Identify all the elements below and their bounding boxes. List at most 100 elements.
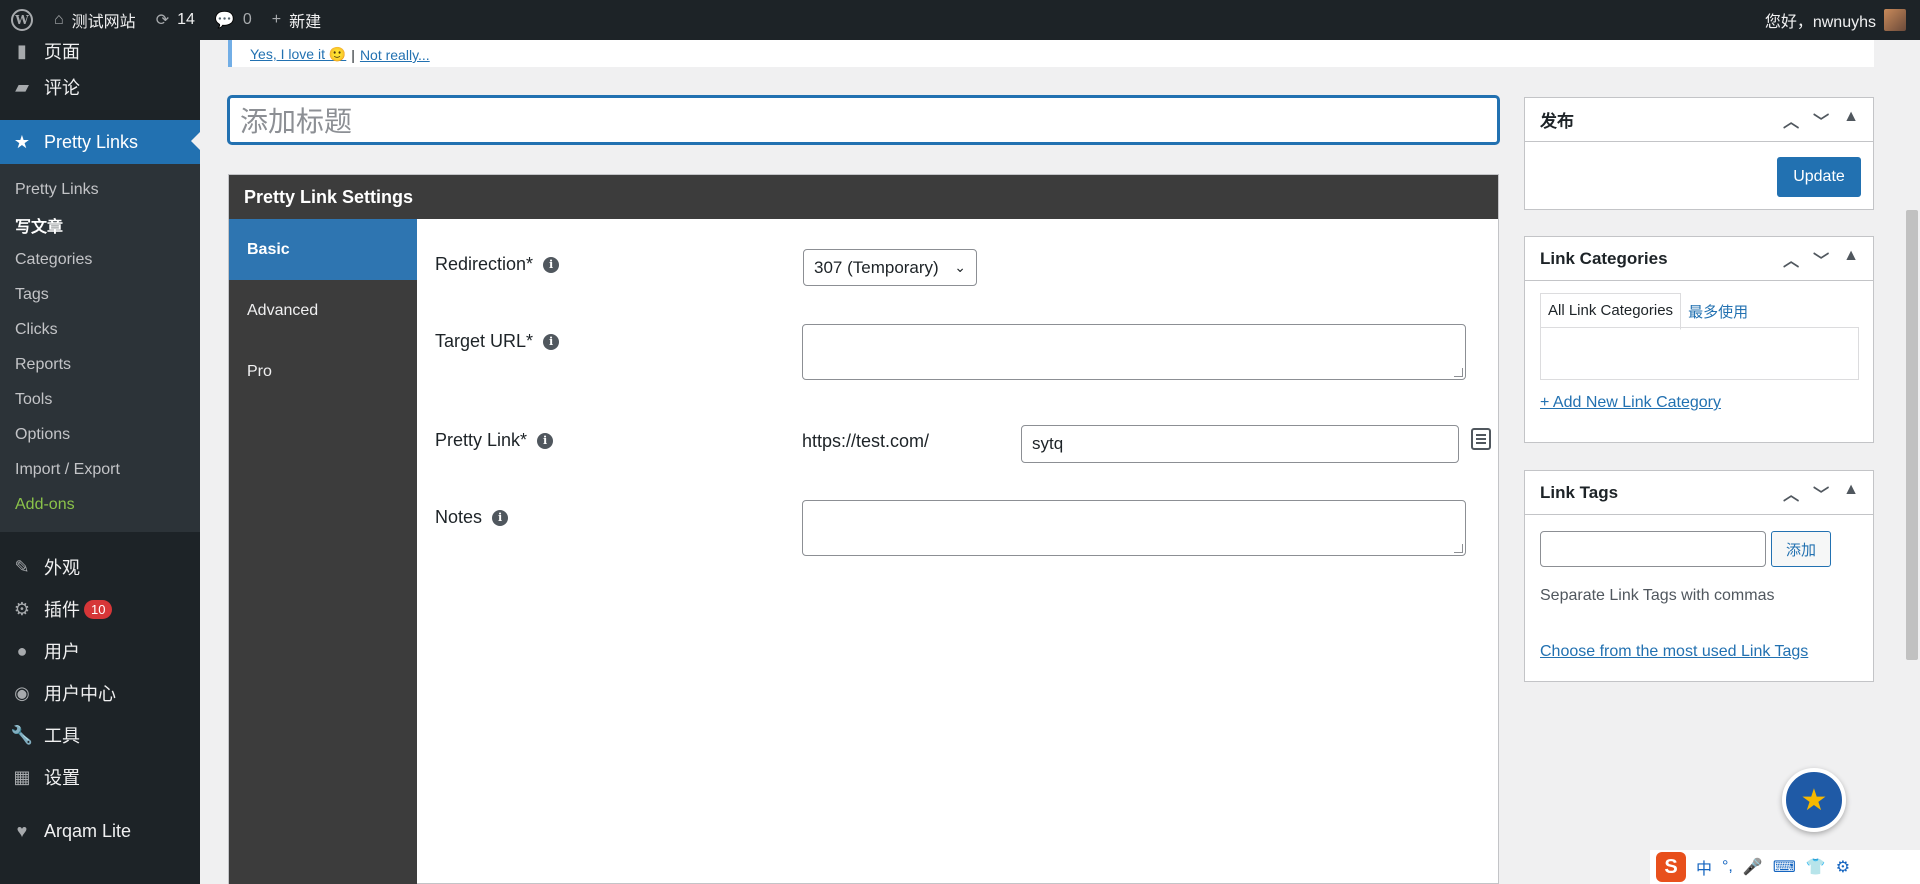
- redirection-select[interactable]: 307 (Temporary) ⌄: [803, 249, 977, 286]
- settings-body: Redirection* i 307 (Temporary) ⌄ Target …: [417, 219, 1498, 883]
- page-scrollbar[interactable]: [1902, 40, 1920, 884]
- scrollbar-thumb[interactable]: [1906, 210, 1918, 660]
- site-name-link[interactable]: ⌂ 测试网站: [44, 0, 146, 40]
- refresh-icon: ⟳: [155, 12, 170, 29]
- ime-mode[interactable]: 中: [1696, 855, 1712, 879]
- comments-link[interactable]: 💬 0: [205, 0, 262, 40]
- submenu-tools[interactable]: Tools: [0, 382, 200, 417]
- submenu-reports[interactable]: Reports: [0, 347, 200, 382]
- pretty-link-slug-input[interactable]: sytq: [1021, 425, 1459, 463]
- skin-icon[interactable]: 👕: [1806, 857, 1826, 877]
- clipboard-icon[interactable]: [1471, 428, 1491, 450]
- box-controls: ︿ ﹀ ▲: [1783, 481, 1873, 505]
- redirection-row-label: Redirection* i: [435, 254, 560, 275]
- plugins-update-badge: 10: [84, 599, 113, 619]
- info-icon[interactable]: i: [543, 256, 560, 273]
- submenu-options[interactable]: Options: [0, 417, 200, 452]
- menu-label: 页面: [44, 42, 80, 62]
- menu-item-settings[interactable]: ▦ 设置: [0, 756, 200, 798]
- link-tags-box: Link Tags ︿ ﹀ ▲ 添加 Separate Link Tags wi…: [1524, 470, 1874, 682]
- tab-pro[interactable]: Pro: [229, 341, 417, 402]
- menu-item-users[interactable]: ● 用户: [0, 630, 200, 672]
- comment-bubble-icon: 💬: [214, 12, 235, 29]
- chevron-up-icon[interactable]: ︿: [1783, 481, 1799, 505]
- menu-label: 用户: [44, 642, 80, 662]
- caret-up-icon[interactable]: ▲: [1843, 108, 1859, 132]
- menu-item-arqam-lite[interactable]: ♥ Arqam Lite: [0, 810, 200, 852]
- microphone-icon[interactable]: 🎤: [1743, 857, 1763, 877]
- box-controls: ︿ ﹀ ▲: [1783, 247, 1873, 271]
- menu-item-appearance[interactable]: ✎ 外观: [0, 546, 200, 588]
- submenu-categories[interactable]: Categories: [0, 242, 200, 277]
- link-tags-input[interactable]: [1540, 531, 1766, 567]
- gear-icon[interactable]: ⚙: [1836, 857, 1850, 877]
- info-icon[interactable]: i: [537, 432, 554, 449]
- new-content-link[interactable]: + 新建: [262, 0, 331, 40]
- wordpress-logo-icon[interactable]: W: [0, 0, 44, 40]
- chevron-up-icon[interactable]: ︿: [1783, 108, 1799, 132]
- add-tag-button[interactable]: 添加: [1771, 531, 1831, 567]
- tab-advanced[interactable]: Advanced: [229, 280, 417, 341]
- submenu-add-ons[interactable]: Add-ons: [0, 487, 200, 522]
- chevron-up-icon[interactable]: ︿: [1783, 247, 1799, 271]
- pretty-link-settings-box: Pretty Link Settings Basic Advanced Pro …: [228, 174, 1499, 884]
- comments-count: 0: [242, 11, 252, 28]
- pretty-links-floating-button[interactable]: ★: [1782, 768, 1846, 832]
- pretty-links-icon: ★: [13, 131, 31, 152]
- menu-item-comments[interactable]: ▰ 评论: [0, 66, 200, 108]
- notice-separator: |: [351, 47, 355, 63]
- submenu-import-export[interactable]: Import / Export: [0, 452, 200, 487]
- category-tabs: All Link Categories 最多使用: [1540, 293, 1755, 330]
- caret-up-icon[interactable]: ▲: [1843, 247, 1859, 271]
- greeting: 您好，nwnuyhs: [1764, 14, 1876, 31]
- publish-title: 发布: [1540, 112, 1574, 131]
- menu-item-pretty-links[interactable]: ★ Pretty Links: [0, 120, 200, 164]
- notes-row-label: Notes i: [435, 507, 509, 528]
- submenu-clicks[interactable]: Clicks: [0, 312, 200, 347]
- caret-up-icon[interactable]: ▲: [1843, 481, 1859, 505]
- review-notice: Yes, I love it 🙂 | Not really...: [228, 40, 1874, 67]
- chevron-down-icon[interactable]: ﹀: [1813, 247, 1829, 271]
- link-categories-box: Link Categories ︿ ﹀ ▲ All Link Categorie…: [1524, 236, 1874, 443]
- pretty-link-prefix: https://test.com/: [802, 431, 930, 451]
- tab-basic[interactable]: Basic: [229, 219, 417, 280]
- submenu-tags[interactable]: Tags: [0, 277, 200, 312]
- menu-label: 插件: [44, 600, 80, 620]
- avatar: [1884, 9, 1906, 31]
- tab-most-used[interactable]: 最多使用: [1681, 293, 1755, 330]
- tab-all-link-categories[interactable]: All Link Categories: [1540, 293, 1682, 330]
- user-icon: ●: [16, 640, 28, 661]
- pretty-link-label: Pretty Link*: [435, 430, 528, 450]
- target-url-field[interactable]: [802, 324, 1466, 380]
- info-icon[interactable]: i: [543, 333, 560, 350]
- menu-item-tools[interactable]: 🔧 工具: [0, 714, 200, 756]
- keyboard-icon[interactable]: ⌨: [1773, 857, 1796, 877]
- add-new-link-category-link[interactable]: + Add New Link Category: [1540, 394, 1721, 412]
- menu-item-user-center[interactable]: ◉ 用户中心: [0, 672, 200, 714]
- menu-label: 外观: [44, 558, 80, 578]
- notice-yes-link[interactable]: Yes, I love it 🙂: [250, 46, 346, 63]
- sogou-logo-icon[interactable]: S: [1656, 852, 1686, 882]
- updates-link[interactable]: ⟳ 14: [146, 0, 205, 40]
- notice-no-link[interactable]: Not really...: [360, 47, 430, 63]
- title-input[interactable]: 添加标题: [228, 96, 1499, 144]
- chevron-down-icon[interactable]: ﹀: [1813, 108, 1829, 132]
- target-url-row-label: Target URL* i: [435, 331, 560, 352]
- home-icon: ⌂: [54, 11, 64, 28]
- submenu-pretty-links[interactable]: Pretty Links: [0, 172, 200, 207]
- notes-field[interactable]: [802, 500, 1466, 556]
- categories-title: Link Categories: [1540, 248, 1668, 268]
- account-menu[interactable]: 您好，nwnuyhs: [1765, 8, 1920, 32]
- menu-label: 用户中心: [44, 684, 116, 704]
- settings-tabs: Basic Advanced Pro: [229, 219, 417, 884]
- publish-box: 发布 ︿ ﹀ ▲ Update: [1524, 97, 1874, 210]
- chevron-down-icon[interactable]: ﹀: [1813, 481, 1829, 505]
- submenu-add-new[interactable]: 写文章: [0, 207, 200, 242]
- choose-most-used-tags-link[interactable]: Choose from the most used Link Tags: [1540, 643, 1808, 661]
- info-icon[interactable]: i: [492, 509, 509, 526]
- update-button[interactable]: Update: [1777, 157, 1861, 197]
- punctuation-icon[interactable]: °,: [1722, 858, 1733, 876]
- tags-hint: Separate Link Tags with commas: [1540, 587, 1775, 604]
- menu-item-plugins[interactable]: ⚙ 插件 10: [0, 588, 200, 630]
- menu-item-pages[interactable]: ▮ 页面: [0, 40, 200, 66]
